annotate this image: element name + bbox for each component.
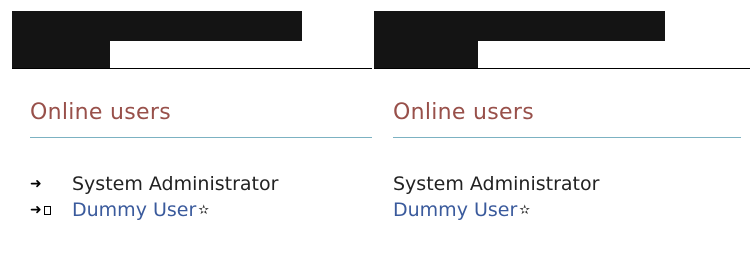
- right-panel: Online users System Administrator Dummy …: [372, 0, 750, 275]
- online-users-title: Online users: [30, 100, 172, 125]
- header-divider: [12, 68, 372, 69]
- header-divider: [374, 68, 750, 69]
- star-icon: ✫: [519, 202, 531, 218]
- arrow-icon: ➜: [30, 202, 42, 218]
- online-users-list: ➜ System Administrator ➜ Dummy User ✫: [30, 171, 278, 223]
- redacted-header-bar: [12, 11, 302, 41]
- user-name-system-administrator: System Administrator: [72, 173, 279, 195]
- list-item: ➜ System Administrator: [30, 171, 278, 197]
- list-item: System Administrator: [393, 171, 599, 197]
- star-icon: ✫: [198, 202, 210, 218]
- user-link-dummy-user[interactable]: Dummy User: [72, 199, 196, 221]
- list-item: Dummy User ✫: [393, 197, 599, 223]
- online-users-title: Online users: [393, 100, 535, 125]
- online-users-list: System Administrator Dummy User ✫: [393, 171, 599, 223]
- redacted-tab: [374, 41, 478, 69]
- title-divider: [393, 137, 741, 138]
- user-name-system-administrator: System Administrator: [393, 173, 600, 195]
- title-divider: [30, 137, 372, 138]
- left-panel: Online users ➜ System Administrator ➜ Du…: [0, 0, 372, 275]
- redacted-tab: [12, 41, 110, 69]
- page-icon: [43, 205, 51, 215]
- arrow-icon: ➜: [30, 176, 42, 192]
- user-link-dummy-user[interactable]: Dummy User: [393, 199, 517, 221]
- list-item: ➜ Dummy User ✫: [30, 197, 278, 223]
- redacted-header-bar: [374, 11, 665, 41]
